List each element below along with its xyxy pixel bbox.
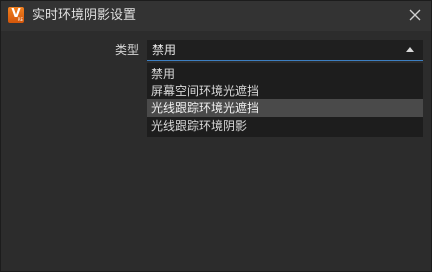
title-bar: V RE 实时环境阴影设置 (1, 1, 431, 31)
type-select[interactable]: 禁用 (147, 40, 423, 61)
option-ray-traced-ao[interactable]: 光线跟踪环境光遮挡 (147, 99, 423, 117)
dialog-window: V RE 实时环境阴影设置 类型 禁用 禁用 屏幕空间环境光遮挡 光线跟踪环境光… (0, 0, 432, 272)
option-ray-traced-shadows[interactable]: 光线跟踪环境阴影 (147, 117, 423, 135)
app-icon: V RE (8, 6, 24, 23)
option-disabled[interactable]: 禁用 (147, 65, 423, 83)
option-screen-space-ao[interactable]: 屏幕空间环境光遮挡 (147, 82, 423, 100)
type-select-value: 禁用 (152, 43, 177, 57)
close-icon (409, 9, 421, 21)
type-dropdown-list: 禁用 屏幕空间环境光遮挡 光线跟踪环境光遮挡 光线跟踪环境阴影 (147, 63, 423, 137)
app-icon-subtext: RE (17, 17, 23, 22)
window-title: 实时环境阴影设置 (32, 8, 137, 23)
type-label: 类型 (114, 43, 139, 57)
close-button[interactable] (407, 7, 423, 23)
chevron-up-icon (406, 47, 414, 52)
